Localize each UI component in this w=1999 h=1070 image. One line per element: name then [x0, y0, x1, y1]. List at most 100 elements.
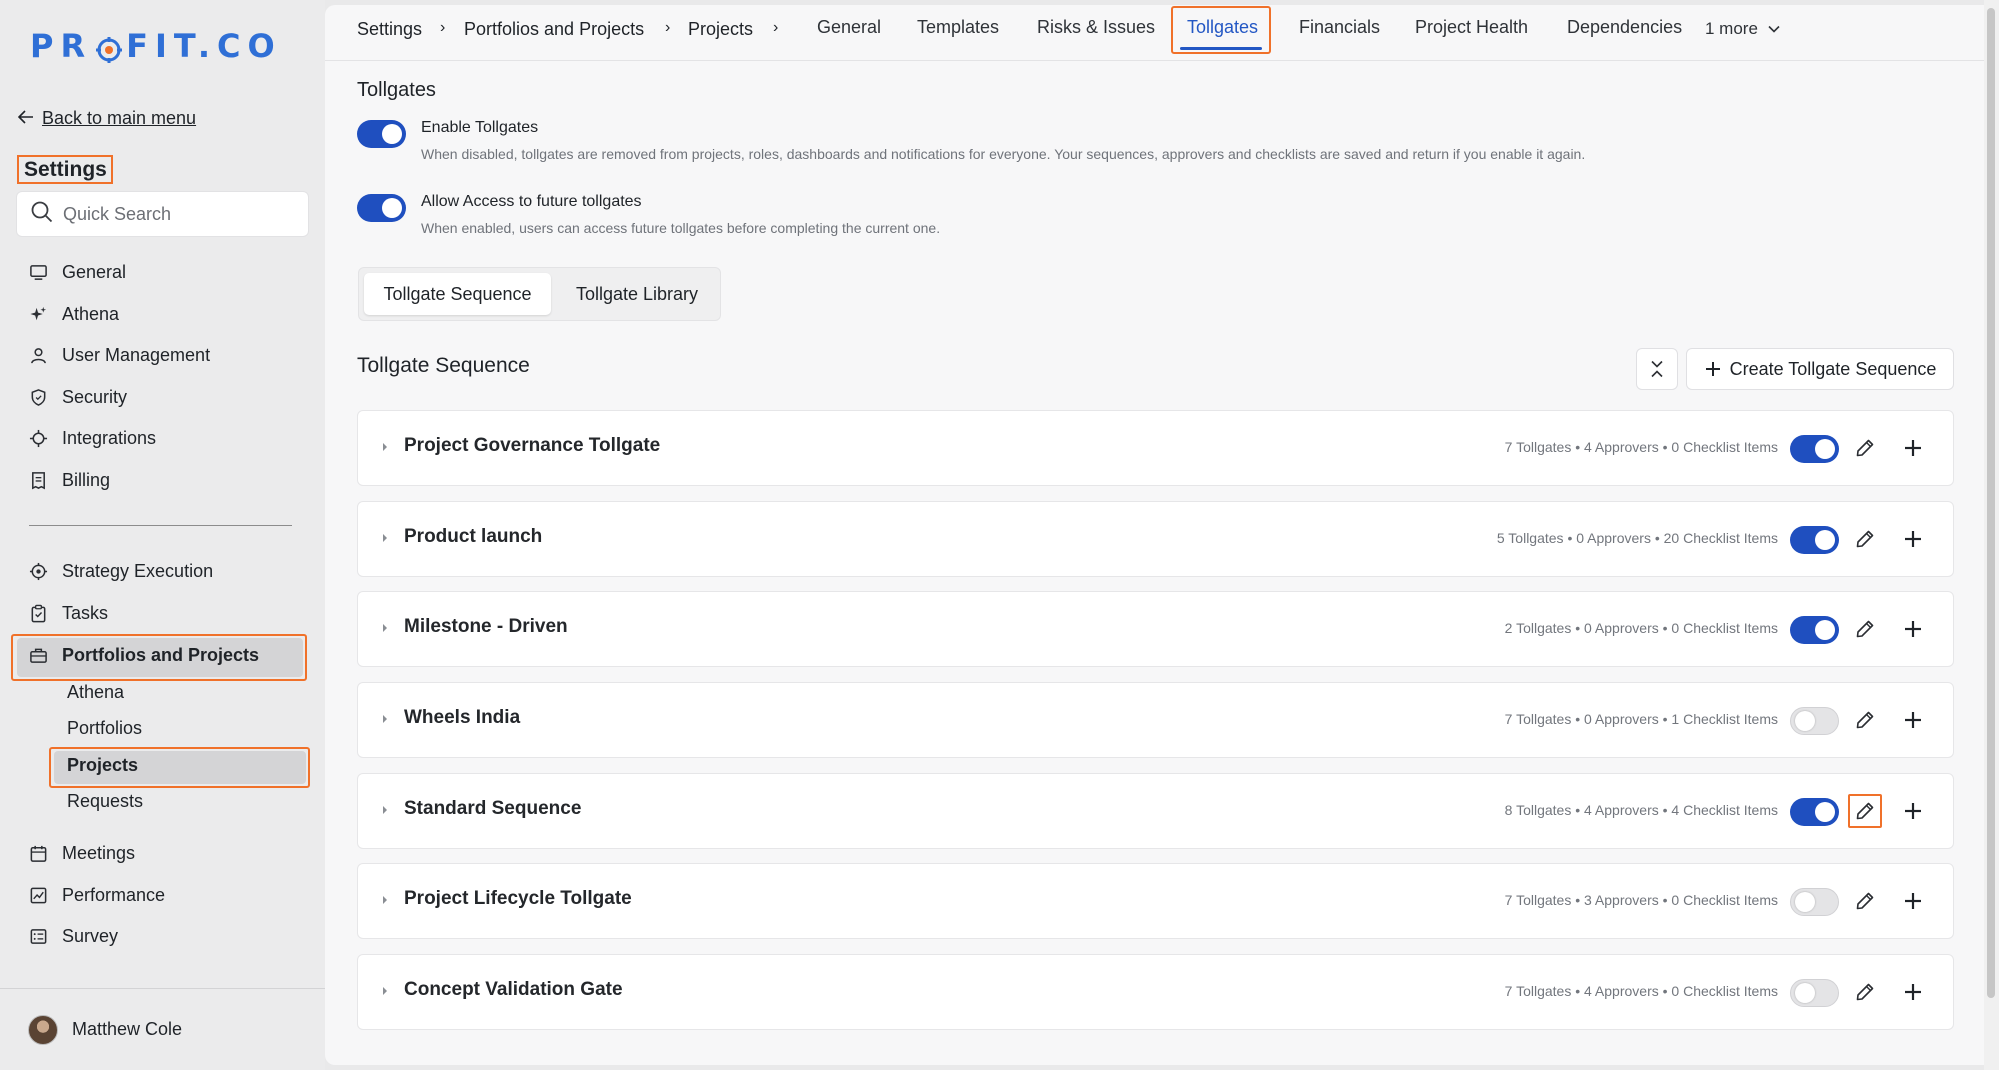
add-tollgate-button[interactable]	[1896, 794, 1930, 828]
shield-icon	[31, 388, 46, 406]
edit-sequence-button[interactable]	[1848, 884, 1882, 918]
sequence-enable-toggle[interactable]	[1790, 526, 1839, 554]
sequence-enable-toggle[interactable]	[1790, 616, 1839, 644]
sidebar-item-user-management[interactable]: User Management	[29, 340, 210, 370]
add-tollgate-button[interactable]	[1896, 612, 1930, 646]
add-tollgate-button[interactable]	[1896, 431, 1930, 465]
sidebar-subitem-projects[interactable]: Projects	[67, 755, 138, 776]
sequence-summary: 8 Tollgates • 4 Approvers • 4 Checklist …	[1504, 802, 1778, 818]
sequence-summary: 7 Tollgates • 0 Approvers • 1 Checklist …	[1504, 711, 1778, 727]
table-row[interactable]: Wheels India 7 Tollgates • 0 Approvers • …	[357, 682, 1954, 758]
tab-financials[interactable]: Financials	[1299, 17, 1380, 38]
tab-general[interactable]: General	[817, 17, 881, 38]
collapse-icon	[1651, 360, 1663, 378]
scrollbar-thumb[interactable]	[1987, 8, 1995, 998]
profitco-logo[interactable]: PR FIT.CO	[30, 27, 282, 65]
tab-dependencies[interactable]: Dependencies	[1567, 17, 1682, 38]
breadcrumb-portfolios-and-projects[interactable]: Portfolios and Projects	[464, 19, 644, 40]
section-title: Tollgate Sequence	[357, 354, 530, 377]
edit-sequence-button[interactable]	[1848, 975, 1882, 1009]
tab-tollgate-library[interactable]: Tollgate Library	[557, 273, 717, 315]
pencil-icon	[1856, 530, 1874, 548]
create-button-label: Create Tollgate Sequence	[1729, 358, 1937, 379]
sidebar-item-performance[interactable]: Performance	[29, 880, 165, 910]
sidebar-item-meetings[interactable]: Meetings	[29, 838, 135, 868]
edit-sequence-button[interactable]	[1848, 431, 1882, 465]
chart-icon	[30, 887, 47, 903]
future-tollgates-toggle[interactable]	[357, 194, 406, 222]
sequence-enable-toggle[interactable]	[1790, 707, 1839, 735]
chevron-down-icon	[1768, 25, 1780, 33]
sidebar-item-label: Tasks	[62, 602, 109, 623]
sequence-enable-toggle[interactable]	[1790, 798, 1839, 826]
table-row[interactable]: Concept Validation Gate 7 Tollgates • 4 A…	[357, 954, 1954, 1030]
active-tab-underline	[1180, 47, 1262, 50]
chevron-right-icon[interactable]	[380, 893, 390, 907]
sidebar-item-survey[interactable]: Survey	[29, 921, 118, 951]
chevron-right-icon[interactable]	[380, 984, 390, 998]
chevron-right-icon[interactable]	[380, 621, 390, 635]
back-to-main-menu-link[interactable]: Back to main menu	[17, 108, 196, 129]
sequence-enable-toggle[interactable]	[1790, 435, 1839, 463]
edit-sequence-button[interactable]	[1848, 703, 1882, 737]
edit-sequence-button[interactable]	[1848, 794, 1882, 828]
sidebar-item-general[interactable]: General	[29, 257, 126, 287]
sidebar-item-athena[interactable]: Athena	[29, 299, 119, 329]
breadcrumb-separator-icon: ›	[665, 19, 671, 36]
plus-icon	[1905, 440, 1921, 456]
breadcrumb-settings[interactable]: Settings	[357, 19, 422, 40]
table-row[interactable]: Project Lifecycle Tollgate 7 Tollgates • …	[357, 863, 1954, 939]
plus-icon	[1705, 362, 1720, 376]
enable-tollgates-toggle[interactable]	[357, 120, 406, 148]
page-title: Tollgates	[357, 79, 436, 101]
sidebar-item-security[interactable]: Security	[29, 382, 127, 412]
edit-sequence-button[interactable]	[1848, 522, 1882, 556]
logo-target-icon	[96, 33, 123, 63]
sequence-enable-toggle[interactable]	[1790, 888, 1839, 916]
more-tabs-dropdown[interactable]: 1 more	[1705, 19, 1780, 39]
tab-risks-issues[interactable]: Risks & Issues	[1037, 17, 1155, 38]
table-row[interactable]: Product launch 5 Tollgates • 0 Approvers …	[357, 501, 1954, 577]
sidebar-item-label: Strategy Execution	[62, 560, 214, 581]
create-tollgate-sequence-button[interactable]: Create Tollgate Sequence	[1686, 348, 1954, 390]
sidebar-subitem-athena[interactable]: Athena	[67, 682, 124, 703]
sequence-name: Concept Validation Gate	[404, 979, 623, 1000]
sequence-enable-toggle[interactable]	[1790, 979, 1839, 1007]
tab-project-health[interactable]: Project Health	[1415, 17, 1528, 38]
chevron-right-icon[interactable]	[380, 531, 390, 545]
tab-templates[interactable]: Templates	[917, 17, 999, 38]
add-tollgate-button[interactable]	[1896, 703, 1930, 737]
chevron-right-icon[interactable]	[380, 712, 390, 726]
table-row[interactable]: Milestone - Driven 2 Tollgates • 0 Approv…	[357, 591, 1954, 667]
receipt-icon	[32, 471, 45, 489]
breadcrumb-projects[interactable]: Projects	[688, 19, 753, 40]
table-row[interactable]: Standard Sequence 8 Tollgates • 4 Approve…	[357, 773, 1954, 849]
sidebar-subitem-portfolios[interactable]: Portfolios	[67, 718, 142, 739]
sidebar-item-portfolios-and-projects[interactable]: Portfolios and Projects	[29, 640, 259, 670]
sidebar-item-integrations[interactable]: Integrations	[29, 423, 156, 453]
edit-sequence-button[interactable]	[1848, 612, 1882, 646]
avatar	[28, 1014, 58, 1045]
monitor-icon	[30, 264, 47, 280]
tab-tollgate-sequence[interactable]: Tollgate Sequence	[364, 273, 551, 315]
sidebar-item-strategy-execution[interactable]: Strategy Execution	[29, 556, 213, 586]
chevron-right-icon[interactable]	[380, 803, 390, 817]
sidebar-item-tasks[interactable]: Tasks	[29, 598, 108, 628]
collapse-all-button[interactable]	[1636, 348, 1678, 390]
add-tollgate-button[interactable]	[1896, 522, 1930, 556]
quick-search-input[interactable]	[63, 203, 303, 225]
quick-search[interactable]	[16, 191, 309, 237]
sidebar-subitem-requests[interactable]: Requests	[67, 791, 143, 812]
chevron-right-icon[interactable]	[380, 440, 390, 454]
top-navigation-bar: Settings › Portfolios and Projects › Pro…	[325, 5, 1988, 61]
plus-icon	[1905, 893, 1921, 909]
enable-tollgates-description: When disabled, tollgates are removed fro…	[421, 146, 1586, 162]
sidebar-item-billing[interactable]: Billing	[29, 465, 110, 495]
target-icon	[29, 562, 48, 580]
table-row[interactable]: Project Governance Tollgate 7 Tollgates •…	[357, 410, 1954, 486]
add-tollgate-button[interactable]	[1896, 975, 1930, 1009]
user-profile-bar[interactable]: Matthew Cole	[0, 988, 325, 1070]
tab-tollgates[interactable]: Tollgates	[1187, 17, 1258, 38]
sidebar-item-label: Billing	[62, 469, 111, 490]
add-tollgate-button[interactable]	[1896, 884, 1930, 918]
